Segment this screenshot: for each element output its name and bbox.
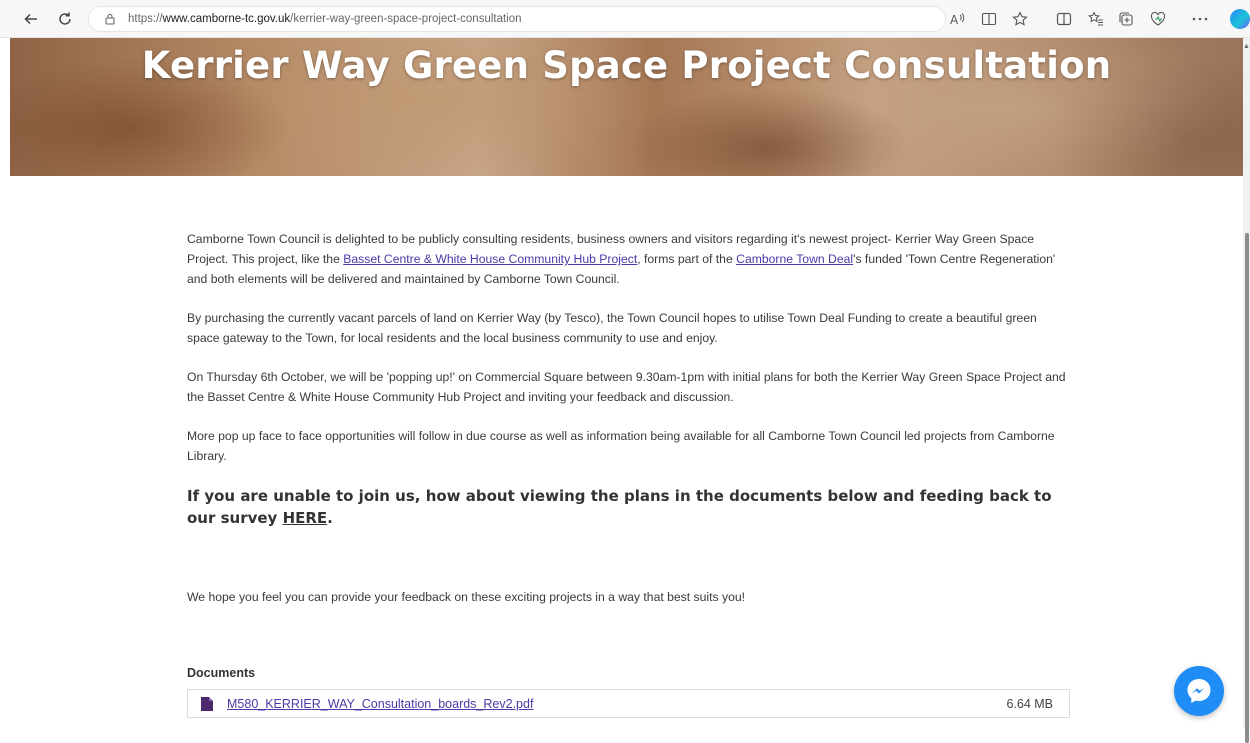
browser-toolbar: https://www.camborne-tc.gov.uk/kerrier-w… bbox=[0, 0, 1250, 38]
camborne-town-deal-link[interactable]: Camborne Town Deal bbox=[736, 252, 853, 266]
survey-here-link[interactable]: HERE bbox=[283, 509, 328, 527]
popup-event-paragraph: On Thursday 6th October, we will be 'pop… bbox=[187, 370, 1066, 404]
document-size: 6.64 MB bbox=[1006, 696, 1053, 711]
messenger-icon bbox=[1187, 679, 1211, 703]
main-content: Camborne Town Council is delighted to be… bbox=[187, 229, 1067, 626]
favorite-star-icon[interactable] bbox=[1010, 9, 1030, 29]
back-arrow-icon[interactable] bbox=[20, 8, 42, 30]
basset-centre-link[interactable]: Basset Centre & White House Community Hu… bbox=[343, 252, 637, 266]
svg-text:A: A bbox=[950, 13, 959, 26]
url-text[interactable]: https://www.camborne-tc.gov.uk/kerrier-w… bbox=[128, 13, 522, 25]
page-title: Kerrier Way Green Space Project Consulta… bbox=[141, 44, 1112, 87]
immersive-reader-icon[interactable] bbox=[979, 9, 999, 29]
library-paragraph: More pop up face to face opportunities w… bbox=[187, 429, 1055, 463]
document-link[interactable]: M580_KERRIER_WAY_Consultation_boards_Rev… bbox=[227, 697, 533, 711]
file-icon bbox=[201, 696, 213, 711]
documents-heading: Documents bbox=[187, 666, 256, 680]
messenger-chat-button[interactable] bbox=[1174, 666, 1224, 716]
page-scrollbar[interactable] bbox=[1243, 38, 1250, 743]
scroll-up-arrow-icon[interactable]: ▲ bbox=[1243, 43, 1250, 51]
more-menu-icon[interactable] bbox=[1190, 9, 1210, 29]
closing-paragraph: We hope you feel you can provide your fe… bbox=[187, 590, 746, 604]
survey-call-to-action: If you are unable to join us, how about … bbox=[187, 487, 1052, 527]
intro-paragraph: Camborne Town Council is delighted to be… bbox=[187, 232, 1056, 286]
address-bar[interactable]: https://www.camborne-tc.gov.uk/kerrier-w… bbox=[88, 6, 946, 32]
copilot-icon[interactable] bbox=[1230, 9, 1250, 29]
read-aloud-icon[interactable]: A bbox=[948, 9, 968, 29]
lock-icon[interactable] bbox=[104, 13, 116, 25]
collections-icon[interactable] bbox=[1116, 9, 1136, 29]
refresh-icon[interactable] bbox=[54, 8, 76, 30]
purchase-paragraph: By purchasing the currently vacant parce… bbox=[187, 311, 1037, 345]
scrollbar-thumb[interactable] bbox=[1245, 233, 1249, 743]
favorites-icon[interactable] bbox=[1086, 9, 1106, 29]
document-row[interactable]: M580_KERRIER_WAY_Consultation_boards_Rev… bbox=[187, 689, 1070, 718]
browser-essentials-icon[interactable] bbox=[1148, 9, 1168, 29]
hero-banner: Kerrier Way Green Space Project Consulta… bbox=[10, 38, 1243, 176]
split-screen-icon[interactable] bbox=[1054, 9, 1074, 29]
